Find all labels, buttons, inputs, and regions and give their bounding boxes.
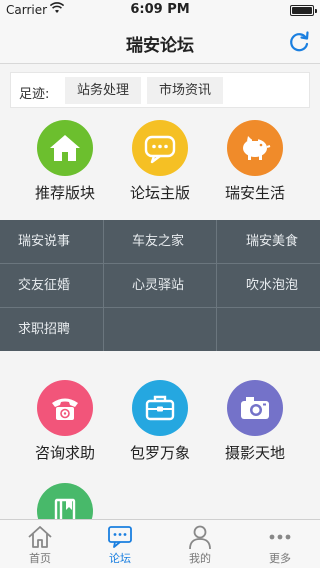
category-icon-bg <box>37 120 93 176</box>
breadcrumb-item[interactable]: 站务处理 <box>65 77 141 104</box>
breadcrumb-label: 足迹: <box>19 87 50 102</box>
telephone-icon <box>52 398 78 420</box>
category-label: 瑞安生活 <box>224 184 285 202</box>
tab-home[interactable]: 首页 <box>0 520 80 568</box>
battery-icon <box>290 5 317 16</box>
piggy-bank-icon <box>243 136 271 160</box>
submenu-item[interactable]: 求职招聘 <box>18 308 70 351</box>
status-bar: Carrier 6:09 PM <box>0 0 320 20</box>
briefcase-icon <box>145 395 175 421</box>
category-label: 论坛主版 <box>129 184 190 202</box>
tab-label: 更多 <box>269 552 291 565</box>
submenu-panel: 瑞安说事 车友之家 瑞安美食 交友征婚 心灵驿站 吹水泡泡 求职招聘 <box>0 220 320 351</box>
camera-icon <box>241 397 269 419</box>
submenu-item[interactable]: 车友之家 <box>132 220 184 263</box>
category-icon-bg <box>227 120 283 176</box>
submenu-item[interactable]: 交友征婚 <box>18 264 70 307</box>
category-consult-help[interactable]: 咨询求助 <box>20 380 110 463</box>
category-icon-bg <box>37 380 93 436</box>
category-label: 包罗万象 <box>129 444 190 462</box>
submenu-item[interactable]: 心灵驿站 <box>132 264 184 307</box>
divider <box>103 220 104 351</box>
clock: 6:09 PM <box>130 2 190 17</box>
page-title: 瑞安论坛 <box>126 36 194 56</box>
category-icon-bg <box>132 380 188 436</box>
category-photography[interactable]: 摄影天地 <box>210 380 300 463</box>
chat-bubble-icon <box>144 135 176 164</box>
tab-forum[interactable]: 论坛 <box>80 520 160 568</box>
forum-bubble-icon <box>108 526 132 548</box>
tab-label: 论坛 <box>109 552 131 565</box>
category-label: 推荐版块 <box>34 184 95 202</box>
tab-mine[interactable]: 我的 <box>160 520 240 568</box>
tab-label: 我的 <box>189 552 211 565</box>
person-icon <box>189 525 211 550</box>
more-dots-icon <box>269 534 291 540</box>
category-ruian-life[interactable]: 瑞安生活 <box>210 120 300 203</box>
tab-label: 首页 <box>29 552 51 565</box>
category-main-forum[interactable]: 论坛主版 <box>115 120 205 203</box>
breadcrumb: 足迹: 站务处理 市场资讯 <box>10 72 310 108</box>
divider <box>216 220 217 351</box>
nav-bar: 瑞安论坛 <box>0 20 320 64</box>
category-label: 咨询求助 <box>34 444 95 462</box>
tab-more[interactable]: 更多 <box>240 520 320 568</box>
breadcrumb-item[interactable]: 市场资讯 <box>147 77 223 104</box>
submenu-item[interactable]: 瑞安说事 <box>18 220 70 263</box>
category-recommended[interactable]: 推荐版块 <box>20 120 110 203</box>
category-label: 摄影天地 <box>224 444 285 462</box>
home-outline-icon <box>28 526 52 548</box>
category-icon-bg <box>227 380 283 436</box>
submenu-item[interactable]: 吹水泡泡 <box>246 264 298 307</box>
tab-bar: 首页 论坛 我的 更多 <box>0 519 320 568</box>
submenu-item[interactable]: 瑞安美食 <box>246 220 298 263</box>
category-icon-bg <box>132 120 188 176</box>
category-everything[interactable]: 包罗万象 <box>115 380 205 463</box>
home-icon <box>50 135 80 161</box>
refresh-icon[interactable] <box>286 29 312 55</box>
